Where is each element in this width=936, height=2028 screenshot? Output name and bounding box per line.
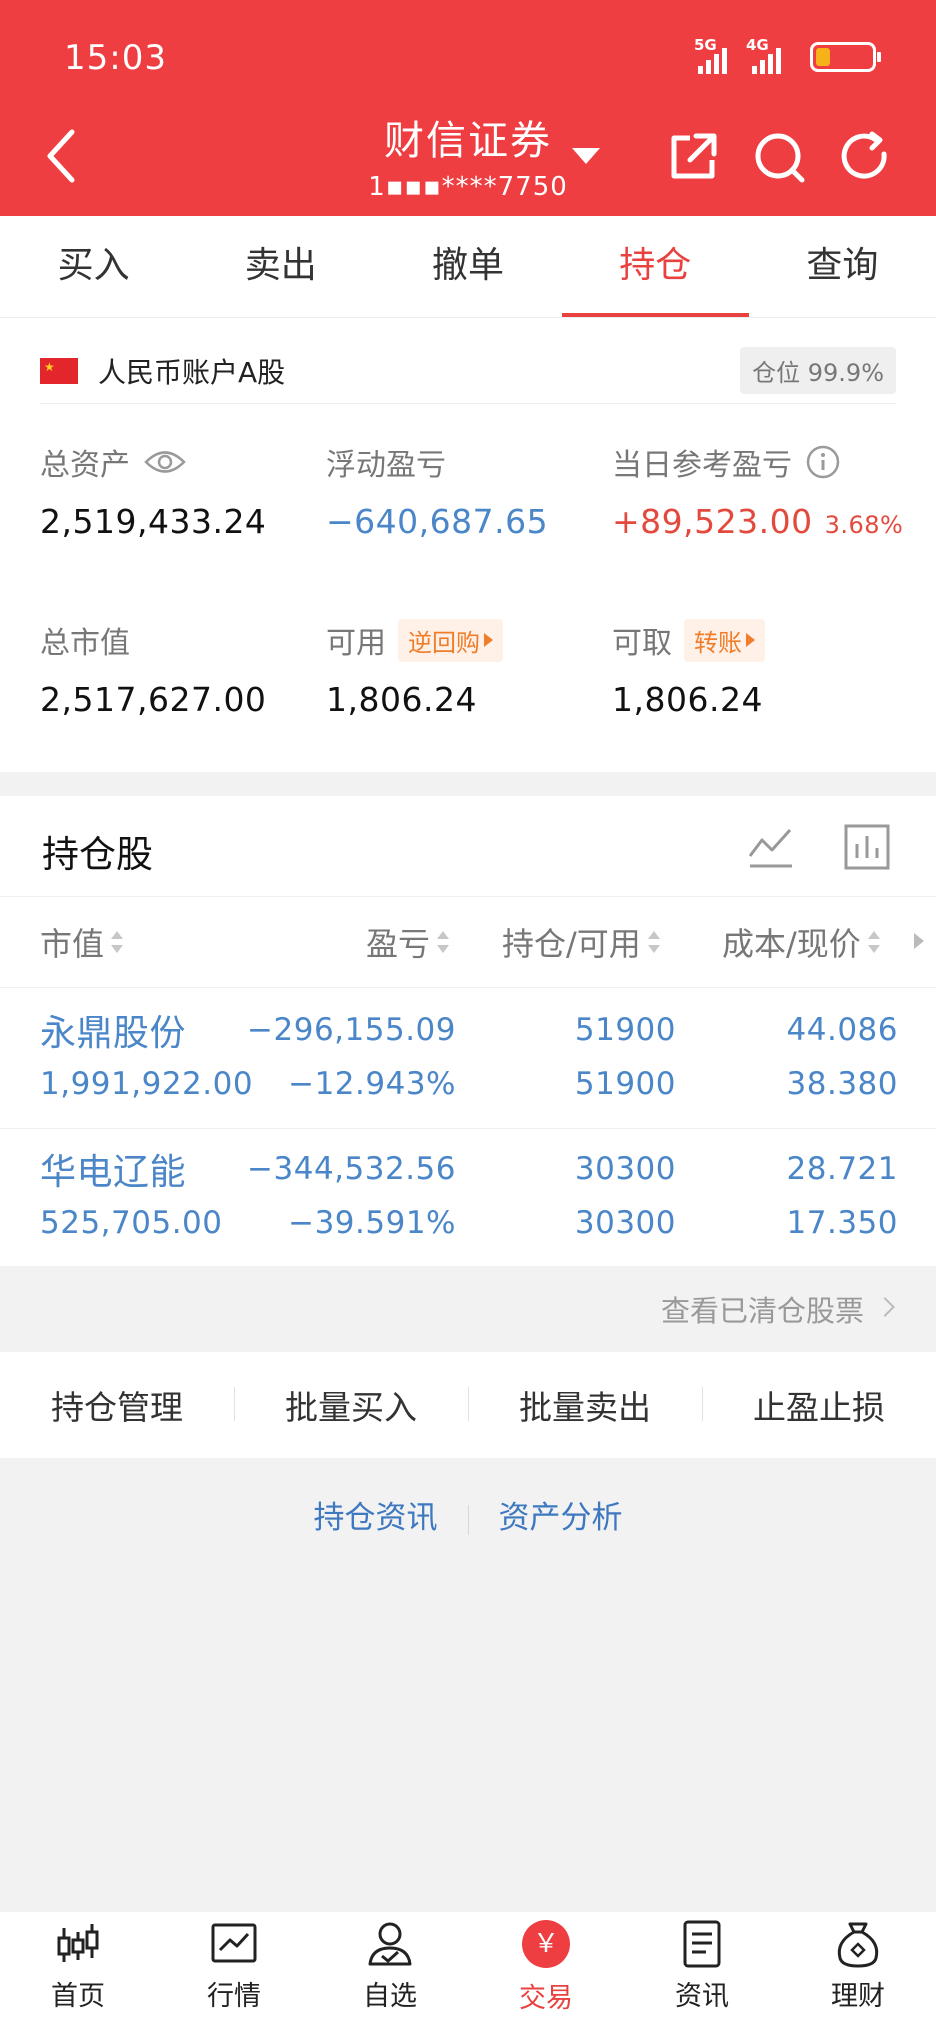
market-value: 总市值 2,517,627.00 xyxy=(40,626,267,719)
tab-sell[interactable]: 卖出 xyxy=(187,216,374,317)
eye-icon[interactable] xyxy=(144,447,186,477)
sort-icon xyxy=(436,931,450,953)
sort-cost-price[interactable]: 成本/现价 xyxy=(722,919,881,965)
share-icon[interactable] xyxy=(666,130,720,184)
search-icon[interactable] xyxy=(752,130,806,184)
money-bag-icon xyxy=(837,1922,879,1968)
stock-available: 51900 xyxy=(574,1066,676,1102)
refresh-icon[interactable] xyxy=(838,130,892,184)
scroll-right-icon[interactable] xyxy=(914,933,924,949)
status-icons: 5G 4G xyxy=(694,36,881,74)
transfer-button[interactable]: 转账 xyxy=(684,618,765,662)
battery-icon xyxy=(810,42,881,72)
tab-holdings[interactable]: 持仓 xyxy=(561,216,750,317)
manage-holdings-button[interactable]: 持仓管理 xyxy=(0,1381,234,1429)
floating-pl: 浮动盈亏 −640,687.65 xyxy=(326,448,549,541)
holdings-title: 持仓股 xyxy=(42,833,153,876)
available-funds: 可用 逆回购 1,806.24 xyxy=(326,618,503,719)
sort-icon xyxy=(867,931,881,953)
document-icon xyxy=(683,1920,721,1968)
holdings-section: 持仓股 市值 盈亏 持仓/可用 成本/现价 永鼎股份 1,991,922.00 … xyxy=(0,796,936,1266)
total-assets: 总资产 2,519,433.24 xyxy=(40,447,267,541)
stock-name: 华电辽能 xyxy=(40,1152,187,1193)
trade-tabs: 买入 卖出 撤单 持仓 查询 xyxy=(0,216,936,318)
account-name: 人民币账户A股 xyxy=(98,355,286,389)
sort-position[interactable]: 持仓/可用 xyxy=(502,919,661,965)
batch-buy-button[interactable]: 批量买入 xyxy=(234,1381,468,1429)
stock-position: 30300 xyxy=(574,1151,676,1187)
stock-pl-percent: −39.591% xyxy=(288,1205,456,1241)
bar-chart-icon[interactable] xyxy=(842,822,892,872)
stock-market-value: 1,991,922.00 xyxy=(40,1066,254,1102)
tab-cancel[interactable]: 撤单 xyxy=(374,216,561,317)
sort-icon xyxy=(647,931,661,953)
holdings-column-header: 市值 盈亏 持仓/可用 成本/现价 xyxy=(0,896,936,988)
holding-row[interactable]: 华电辽能 525,705.00 −344,532.56 −39.591% 303… xyxy=(0,1128,936,1264)
stock-pl-percent: −12.943% xyxy=(288,1066,456,1102)
asset-analysis-link[interactable]: 资产分析 xyxy=(499,1500,623,1536)
stock-cost: 28.721 xyxy=(786,1151,898,1187)
stock-pl: −344,532.56 xyxy=(247,1151,456,1187)
account-summary: 人民币账户A股 仓位 99.9% 总资产 2,519,433.24 浮动盈亏 −… xyxy=(0,318,936,772)
holdings-news-link[interactable]: 持仓资讯 xyxy=(314,1500,438,1536)
holding-row[interactable]: 永鼎股份 1,991,922.00 −296,155.09 −12.943% 5… xyxy=(0,990,936,1126)
signal-5g-icon: 5G xyxy=(694,36,736,74)
chart-line-icon xyxy=(211,1923,257,1963)
day-pl-percent: 3.68% xyxy=(824,511,904,539)
stock-market-value: 525,705.00 xyxy=(40,1205,223,1241)
tab-query[interactable]: 查询 xyxy=(749,216,936,317)
holdings-actions: 持仓管理 批量买入 批量卖出 止盈止损 xyxy=(0,1352,936,1458)
nav-home[interactable]: 首页 xyxy=(0,1912,156,2028)
sort-profit-loss[interactable]: 盈亏 xyxy=(366,919,450,965)
chevron-down-icon[interactable] xyxy=(572,148,600,164)
account-row: 人民币账户A股 仓位 99.9% xyxy=(40,338,896,404)
reverse-repo-button[interactable]: 逆回购 xyxy=(398,618,503,662)
yuan-icon: ￥ xyxy=(522,1920,570,1968)
sort-market-value[interactable]: 市值 xyxy=(40,919,124,965)
nav-market[interactable]: 行情 xyxy=(156,1912,312,2028)
status-time: 15:03 xyxy=(64,38,167,78)
stock-pl: −296,155.09 xyxy=(247,1012,456,1048)
stock-available: 30300 xyxy=(574,1205,676,1241)
stop-profit-loss-button[interactable]: 止盈止损 xyxy=(702,1381,936,1429)
user-check-icon xyxy=(368,1922,412,1966)
total-assets-value: 2,519,433.24 xyxy=(40,502,267,541)
stock-cost: 44.086 xyxy=(786,1012,898,1048)
nav-news[interactable]: 资讯 xyxy=(624,1912,780,2028)
sort-icon xyxy=(110,931,124,953)
withdrawable-funds: 可取 转账 1,806.24 xyxy=(612,618,765,719)
position-badge: 仓位 99.9% xyxy=(740,347,896,394)
nav-watchlist[interactable]: 自选 xyxy=(312,1912,468,2028)
stock-name: 永鼎股份 xyxy=(40,1013,187,1054)
candlestick-icon xyxy=(57,1924,99,1962)
day-pl: 当日参考盈亏 +89,523.00 3.68% xyxy=(612,440,903,541)
chevron-right-icon xyxy=(875,1297,895,1317)
withdrawable-amount: 1,806.24 xyxy=(612,680,763,719)
available-amount: 1,806.24 xyxy=(326,680,477,719)
nav-trade[interactable]: ￥ 交易 xyxy=(468,1912,624,2028)
nav-wealth[interactable]: 理财 xyxy=(780,1912,936,2028)
info-links: 持仓资讯 资产分析 xyxy=(0,1492,936,1537)
stock-price: 17.350 xyxy=(786,1205,898,1241)
cleared-stocks-link[interactable]: 查看已清仓股票 xyxy=(0,1266,936,1352)
stock-price: 38.380 xyxy=(786,1066,898,1102)
signal-4g-icon: 4G xyxy=(746,36,792,74)
bottom-nav: 首页 行情 自选 ￥ 交易 资讯 理财 xyxy=(0,1912,936,2028)
app-header: 15:03 5G 4G 财信证券 1▪▪▪****7750 xyxy=(0,0,936,216)
floating-pl-value: −640,687.65 xyxy=(326,502,549,541)
stock-position: 51900 xyxy=(574,1012,676,1048)
tab-buy[interactable]: 买入 xyxy=(0,216,187,317)
day-pl-value: +89,523.00 3.68% xyxy=(612,502,904,541)
info-icon[interactable] xyxy=(806,445,840,479)
trend-line-icon[interactable] xyxy=(746,822,796,872)
batch-sell-button[interactable]: 批量卖出 xyxy=(468,1381,702,1429)
china-flag-icon xyxy=(40,357,78,384)
market-value-amount: 2,517,627.00 xyxy=(40,680,267,719)
